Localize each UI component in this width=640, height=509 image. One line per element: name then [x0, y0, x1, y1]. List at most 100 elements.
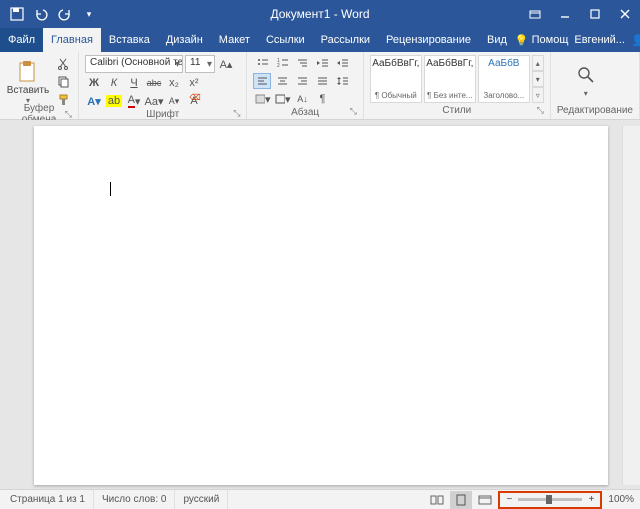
status-language[interactable]: русский: [175, 490, 228, 509]
font-color-button[interactable]: A▾: [125, 93, 143, 109]
group-paragraph: 12 ▾ ▾ A↓ ¶ Абзац ⤡: [247, 52, 363, 119]
zoom-in-button[interactable]: +: [584, 494, 598, 505]
bold-button[interactable]: Ж: [85, 75, 103, 91]
align-right-button[interactable]: [293, 73, 311, 89]
group-label-font: Шрифт: [146, 109, 179, 120]
paragraph-dialog-icon[interactable]: ⤡: [350, 106, 357, 117]
cut-button[interactable]: [54, 55, 72, 71]
group-font: Calibri (Основной тек▾ 11▾ A▴ Ж К Ч abc …: [79, 52, 247, 119]
bullets-button[interactable]: [253, 55, 271, 71]
chevron-down-icon: ▾: [175, 59, 180, 70]
subscript-button[interactable]: x₂: [165, 75, 183, 91]
align-center-button[interactable]: [273, 73, 291, 89]
style-gallery: АаБбВвГг,¶ Обычный АаБбВвГг,¶ Без инте..…: [370, 55, 544, 103]
change-case-button[interactable]: Aa▾: [145, 93, 163, 109]
find-button[interactable]: ▾: [557, 55, 615, 103]
tab-design[interactable]: Дизайн: [158, 28, 211, 52]
tab-view[interactable]: Вид: [479, 28, 515, 52]
vertical-scrollbar[interactable]: [622, 126, 640, 485]
group-editing: ▾ Редактирование: [551, 52, 640, 119]
up-arrow-icon: ▴: [532, 55, 544, 71]
qat-more-icon[interactable]: ▾: [78, 3, 100, 25]
decrease-indent-button[interactable]: [313, 55, 331, 71]
ribbon-display-button[interactable]: [520, 0, 550, 28]
tab-layout[interactable]: Макет: [211, 28, 258, 52]
find-icon: [572, 61, 600, 89]
group-label-paragraph: Абзац: [291, 107, 319, 118]
tab-review[interactable]: Рецензирование: [378, 28, 479, 52]
tab-file[interactable]: Файл: [0, 28, 43, 52]
shrink-font-button[interactable]: A▾: [165, 93, 183, 109]
maximize-button[interactable]: [580, 0, 610, 28]
strike-button[interactable]: abc: [145, 75, 163, 91]
share-button[interactable]: 👤Общий доступ: [631, 28, 640, 52]
tab-references[interactable]: Ссылки: [258, 28, 313, 52]
titlebar: ▾ Документ1 - Word: [0, 0, 640, 28]
zoom-out-button[interactable]: −: [502, 494, 516, 505]
justify-button[interactable]: [313, 73, 331, 89]
save-button[interactable]: [6, 3, 28, 25]
window-title: Документ1 - Word: [270, 7, 369, 21]
increase-indent-button[interactable]: [333, 55, 351, 71]
status-page[interactable]: Страница 1 из 1: [2, 490, 94, 509]
shading-button[interactable]: ▾: [253, 91, 271, 107]
ribbon: Вставить ▾ Буфер обмена⤡ Calibri (Основн…: [0, 52, 640, 120]
tab-home[interactable]: Главная: [43, 28, 101, 52]
styles-dialog-icon[interactable]: ⤡: [537, 105, 544, 116]
sort-button[interactable]: A↓: [293, 91, 311, 107]
more-icon: ▿: [532, 87, 544, 103]
user-account[interactable]: Евгений...: [574, 34, 625, 46]
font-dialog-icon[interactable]: ⤡: [233, 108, 240, 119]
italic-button[interactable]: К: [105, 75, 123, 91]
paste-icon: [14, 58, 42, 86]
tab-mailings[interactable]: Рассылки: [313, 28, 378, 52]
line-spacing-button[interactable]: [333, 73, 351, 89]
font-size-combo[interactable]: 11▾: [185, 55, 215, 73]
status-bar: Страница 1 из 1 Число слов: 0 русский − …: [0, 489, 640, 509]
zoom-thumb[interactable]: [546, 495, 552, 504]
web-layout-button[interactable]: [474, 491, 496, 509]
print-layout-button[interactable]: [450, 491, 472, 509]
zoom-slider[interactable]: [518, 498, 582, 501]
style-no-spacing[interactable]: АаБбВвГг,¶ Без инте...: [424, 55, 476, 103]
text-effects-button[interactable]: A▾: [85, 93, 103, 109]
clipboard-dialog-icon[interactable]: ⤡: [65, 109, 72, 120]
close-button[interactable]: [610, 0, 640, 28]
group-styles: АаБбВвГг,¶ Обычный АаБбВвГг,¶ Без инте..…: [364, 52, 551, 119]
underline-button[interactable]: Ч: [125, 75, 143, 91]
document-page[interactable]: [34, 126, 608, 485]
tab-insert[interactable]: Вставка: [101, 28, 158, 52]
status-words[interactable]: Число слов: 0: [94, 490, 175, 509]
borders-button[interactable]: ▾: [273, 91, 291, 107]
paste-button[interactable]: Вставить ▾: [6, 55, 50, 107]
group-label-styles: Стили: [442, 105, 471, 116]
redo-button[interactable]: [54, 3, 76, 25]
quick-access-toolbar: ▾: [0, 3, 100, 25]
minimize-button[interactable]: [550, 0, 580, 28]
tell-me-button[interactable]: 💡Помощ: [515, 34, 568, 47]
multilevel-button[interactable]: [293, 55, 311, 71]
show-marks-button[interactable]: ¶: [313, 91, 331, 107]
zoom-control: − +: [498, 491, 602, 509]
copy-button[interactable]: [54, 73, 72, 89]
document-area: [0, 120, 640, 489]
numbering-button[interactable]: 12: [273, 55, 291, 71]
grow-font-button[interactable]: A▴: [217, 56, 235, 72]
style-gallery-scroll[interactable]: ▴▾▿: [532, 55, 544, 103]
group-label-editing: Редактирование: [557, 105, 633, 116]
superscript-button[interactable]: x²: [185, 75, 203, 91]
person-icon: 👤: [631, 34, 640, 47]
svg-text:2: 2: [277, 63, 280, 69]
undo-button[interactable]: [30, 3, 52, 25]
zoom-percent[interactable]: 100%: [604, 494, 638, 505]
clear-format-button[interactable]: A⌫: [185, 93, 203, 109]
text-cursor: [110, 182, 111, 196]
style-heading1[interactable]: АаБбВЗаголово...: [478, 55, 530, 103]
read-mode-button[interactable]: [426, 491, 448, 509]
style-normal[interactable]: АаБбВвГг,¶ Обычный: [370, 55, 422, 103]
bulb-icon: 💡: [515, 34, 529, 47]
group-clipboard: Вставить ▾ Буфер обмена⤡: [0, 52, 79, 119]
font-name-combo[interactable]: Calibri (Основной тек▾: [85, 55, 183, 73]
align-left-button[interactable]: [253, 73, 271, 89]
highlight-button[interactable]: ab: [105, 93, 123, 109]
